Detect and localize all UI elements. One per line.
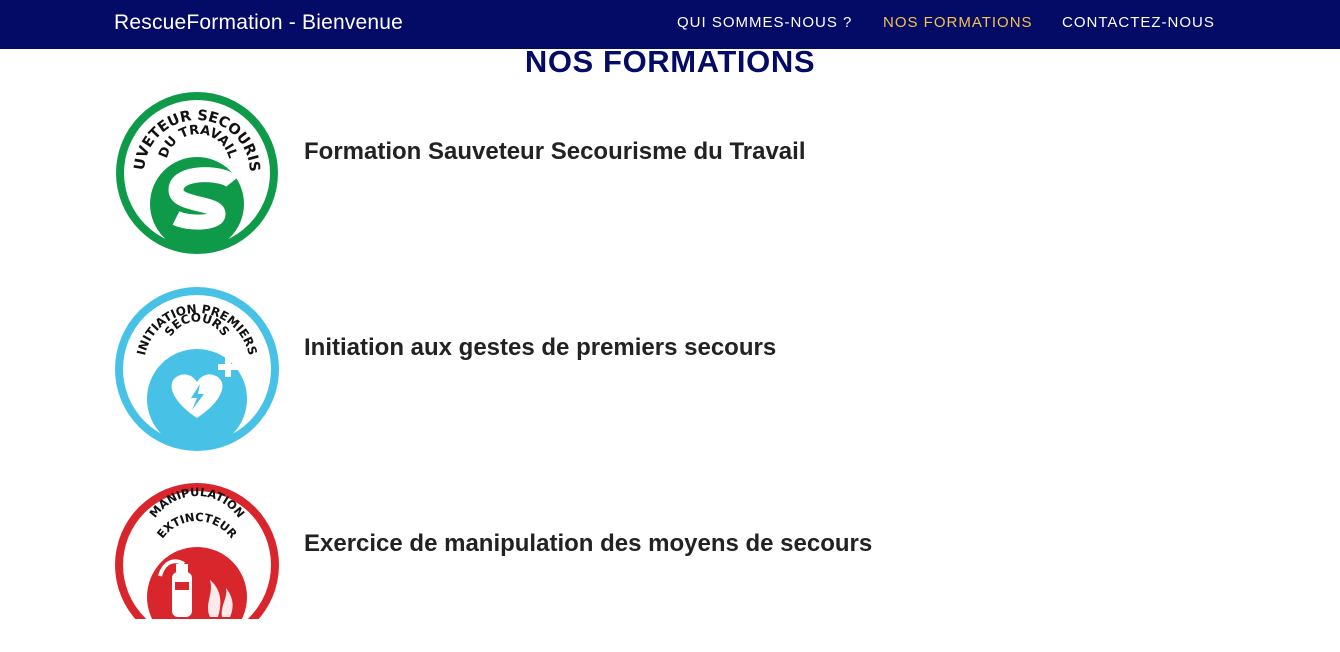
formation-title-premiers-secours[interactable]: Initiation aux gestes de premiers secour… [304,334,776,362]
formation-title-sst[interactable]: Formation Sauveteur Secourisme du Travai… [304,138,806,166]
extincteur-badge-icon: MANIPULATION EXTINCTEUR [115,483,279,619]
formation-title-extincteur[interactable]: Exercice de manipulation des moyens de s… [304,530,872,558]
nav-link-nos-formations[interactable]: NOS FORMATIONS [883,14,1033,31]
formation-item-premiers-secours: INITIATION PREMIERS SECOURS Initiation a… [114,286,1214,456]
formation-item-extincteur: MANIPULATION EXTINCTEUR Exercice de mani… [114,482,1214,652]
premiers-secours-badge-icon: INITIATION PREMIERS SECOURS [115,287,279,451]
navbar: RescueFormation - Bienvenue QUI SOMMES-N… [0,0,1340,49]
nav-link-qui-sommes-nous[interactable]: QUI SOMMES-NOUS ? [677,14,852,31]
sst-badge-icon: SAUVETEUR SECOURISTE DU TRAVAIL [114,90,278,254]
nav-link-contactez-nous[interactable]: CONTACTEZ-NOUS [1062,14,1215,31]
formation-item-sst: SAUVETEUR SECOURISTE DU TRAVAIL Formatio… [114,90,1214,260]
page-title: NOS FORMATIONS [524,44,816,79]
brand-link[interactable]: RescueFormation - Bienvenue [114,11,403,35]
